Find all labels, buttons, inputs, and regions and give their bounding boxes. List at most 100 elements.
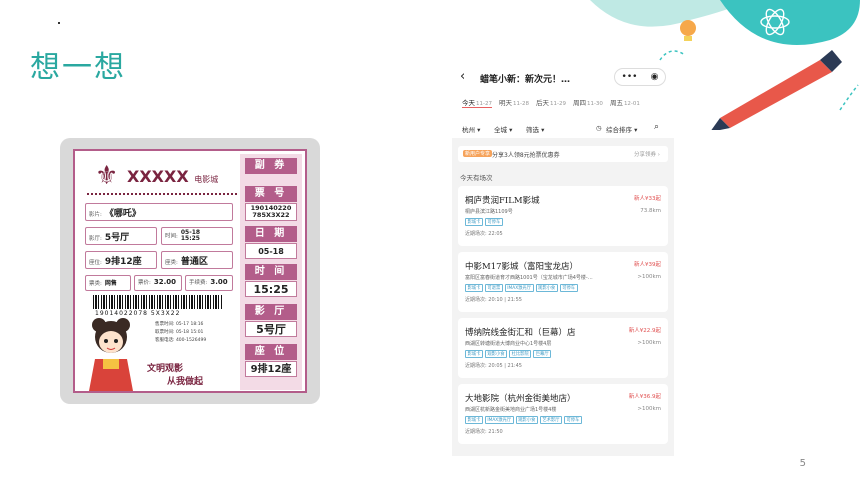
tab-day-4[interactable]: 周五12-01 bbox=[610, 97, 640, 108]
sort-filter[interactable]: 综合排序 ▾ bbox=[606, 124, 637, 134]
cinema-name: 大地影院（杭州金街美地店） bbox=[465, 394, 576, 404]
cinema-distance: >100km bbox=[637, 274, 661, 280]
ticket-slogan: 文明观影 从我做起 bbox=[147, 364, 204, 387]
back-arrow-icon[interactable]: ‹ bbox=[460, 69, 465, 84]
pencil-icon bbox=[711, 50, 842, 130]
search-icon[interactable]: ⌕ bbox=[654, 122, 659, 132]
tab-day-0[interactable]: 今天11-27 bbox=[462, 97, 492, 108]
cinema-tag: 巨幕厅 bbox=[533, 350, 552, 358]
cinema-tags: 影城卡 观影小食 杜比影院 巨幕厅 bbox=[465, 350, 552, 358]
cinema-tag: 可停车 bbox=[559, 284, 578, 292]
cinema-tag: 可退票 bbox=[484, 284, 503, 292]
ticket-type-field: 票类: 网售 bbox=[85, 275, 131, 291]
area-field: 座类: 普通区 bbox=[161, 251, 233, 269]
miniprogram-capsule[interactable]: ••• ◉ bbox=[614, 68, 666, 86]
cinema-tag: 影城卡 bbox=[465, 416, 483, 424]
cinema-tags: 影城卡 可退票 IMAX激光厅 观影小食 可停车 bbox=[465, 284, 578, 292]
ticket-number-value: 190140220 785X3X22 bbox=[245, 203, 297, 221]
cinema-tag: 观影小食 bbox=[515, 416, 538, 424]
nezha-cartoon-icon bbox=[89, 318, 133, 391]
time-field: 时间:05-18 15:25 bbox=[161, 227, 233, 245]
time-label: 时 间 bbox=[245, 264, 297, 280]
cinema-card[interactable]: 博纳院线金街汇和（巨幕）店 新人¥22.9起 西湖区转塘街道大博商业中心1号楼4… bbox=[458, 318, 668, 378]
movie-ticket: ⚜ XXXXX 电影城 影片: 《哪吒》 影厅: 5号厅 时间:05-18 15:2… bbox=[73, 149, 307, 393]
cinema-address: 富阳区富春街道育才西路1001号（宝龙城市广场4号楼-… bbox=[465, 275, 593, 281]
seat-field: 座位: 9排12座 bbox=[85, 251, 157, 269]
page-number: 5 bbox=[799, 458, 806, 469]
fleur-de-lis-icon: ⚜ bbox=[95, 161, 119, 191]
cinema-address: 西湖区转塘街道大博商业中心1号楼4层 bbox=[465, 341, 552, 347]
stub-label: 副 券 bbox=[245, 158, 297, 174]
section-heading: 今天有场次 bbox=[460, 174, 493, 182]
ticket-barcode bbox=[93, 295, 223, 309]
promo-banner[interactable]: 新用户专享 分享3人领8元抢票优惠券 分享领券 › bbox=[458, 146, 668, 162]
cinema-name: 中影M17影城（富阳宝龙店） bbox=[465, 262, 579, 272]
close-target-icon[interactable]: ◉ bbox=[651, 72, 659, 82]
slide-title: 想一想 bbox=[30, 50, 126, 85]
cinema-card[interactable]: 大地影院（杭州金街美地店） 新人¥36.9起 西湖区杭新路金街美地商业广场1号楼… bbox=[458, 384, 668, 444]
cinema-card[interactable]: 中影M17影城（富阳宝龙店） 新人¥39起 富阳区富春街道育才西路1001号（宝… bbox=[458, 252, 668, 312]
cinema-name: 桐庐贵润FILM影城 bbox=[465, 196, 540, 206]
hall-field: 影厅: 5号厅 bbox=[85, 227, 157, 245]
film-field: 影片: 《哪吒》 bbox=[85, 203, 233, 221]
cinema-price: 新人¥36.9起 bbox=[628, 394, 661, 400]
date-label: 日 期 bbox=[245, 226, 297, 242]
cinema-tag: 观影小食 bbox=[484, 350, 508, 358]
screen-filter[interactable]: 筛选 ▾ bbox=[526, 124, 544, 134]
cinema-tags: 影城卡 IMAX激光厅 观影小食 艺术影厅 可停车 bbox=[465, 416, 582, 424]
tab-day-3[interactable]: 周四11-30 bbox=[573, 97, 603, 108]
cinema-tag: 可停车 bbox=[564, 416, 582, 424]
cinema-tags: 影城卡 可停车 bbox=[465, 218, 503, 226]
hall-label: 影 厅 bbox=[245, 304, 297, 320]
cinema-showtimes: 近期场次: 20:10 | 21:55 bbox=[465, 297, 522, 303]
ticket-cinema-name: XXXXX 电影城 bbox=[127, 167, 219, 186]
seat-value: 9排12座 bbox=[245, 361, 297, 377]
cinema-name: 博纳院线金街汇和（巨幕）店 bbox=[465, 328, 576, 338]
cinema-tag: 影城卡 bbox=[465, 284, 483, 292]
city-filter[interactable]: 杭州 ▾ bbox=[462, 124, 480, 134]
app-header: ‹ 蜡笔小新：新次元！… ••• ◉ 今天11-27 明天11-28 后天11-… bbox=[452, 64, 674, 120]
cinema-showtimes: 近期场次: 22:05 bbox=[465, 231, 503, 237]
cinema-price: 新人¥22.9起 bbox=[628, 328, 661, 334]
area-filter[interactable]: 全城 ▾ bbox=[494, 124, 512, 134]
cinema-card[interactable]: 桐庐贵润FILM影城 新人¥33起 桐庐县滨江路1109号 73.8km 影城卡… bbox=[458, 186, 668, 246]
dotted-divider bbox=[87, 193, 237, 195]
cinema-showtimes: 近期场次: 21:50 bbox=[465, 429, 503, 435]
app-page-title: 蜡笔小新：新次元！… bbox=[480, 75, 571, 85]
cinema-price: 新人¥33起 bbox=[634, 196, 661, 202]
lightbulb-icon bbox=[680, 20, 696, 41]
seat-label: 座 位 bbox=[245, 344, 297, 360]
cinema-address: 西湖区杭新路金街美地商业广场1号楼4楼 bbox=[465, 407, 557, 413]
fee-field: 手续费: 3.00 bbox=[185, 275, 233, 291]
cinema-tag: IMAX激光厅 bbox=[504, 284, 534, 292]
time-value: 15:25 bbox=[245, 281, 297, 297]
promo-text: 分享3人领8元抢票优惠券 bbox=[492, 152, 560, 159]
ticket-info-lines: 售票时间: 05-17 18:16 取票时间: 05-18 15:01 客服电话… bbox=[155, 322, 207, 343]
promo-more-link[interactable]: 分享领券 › bbox=[634, 150, 660, 158]
cinema-tag: 可停车 bbox=[484, 218, 503, 226]
cinema-tag: 影城卡 bbox=[465, 218, 483, 226]
price-field: 票价: 32.00 bbox=[134, 275, 182, 291]
cinema-app-screenshot: ‹ 蜡笔小新：新次元！… ••• ◉ 今天11-27 明天11-28 后天11-… bbox=[452, 64, 674, 456]
cinema-address: 桐庐县滨江路1109号 bbox=[465, 209, 513, 215]
date-tabs: 今天11-27 明天11-28 后天11-29 周四11-30 周五12-01 bbox=[462, 97, 640, 108]
cinema-tag: 艺术影厅 bbox=[539, 416, 563, 424]
cinema-tag: 杜比影院 bbox=[509, 350, 532, 358]
tab-day-2[interactable]: 后天11-29 bbox=[536, 97, 566, 108]
promo-badge: 新用户专享 bbox=[463, 150, 493, 157]
cinema-distance: 73.8km bbox=[640, 208, 661, 214]
cinema-distance: >100km bbox=[637, 340, 661, 346]
cinema-tag: IMAX激光厅 bbox=[484, 416, 514, 424]
filter-bar: 杭州 ▾ 全城 ▾ 筛选 ▾ ◷ 综合排序 ▾ ⌕ bbox=[452, 120, 674, 138]
tab-day-1[interactable]: 明天11-28 bbox=[499, 97, 529, 108]
more-icon[interactable]: ••• bbox=[622, 72, 638, 82]
ticket-image-frame: ⚜ XXXXX 电影城 影片: 《哪吒》 影厅: 5号厅 时间:05-18 15:2… bbox=[60, 138, 320, 404]
cinema-tag: 观影小食 bbox=[535, 284, 558, 292]
ticket-number-label: 票 号 bbox=[245, 186, 297, 202]
cinema-showtimes: 近期场次: 20:05 | 21:45 bbox=[465, 363, 522, 369]
decorative-dot bbox=[58, 22, 60, 24]
cinema-price: 新人¥39起 bbox=[634, 262, 661, 268]
date-value: 05-18 bbox=[245, 243, 297, 259]
cinema-tag: 影城卡 bbox=[465, 350, 483, 358]
ticket-side-stub: 副 券 票 号 190140220 785X3X22 日 期 05-18 时 间… bbox=[240, 154, 302, 390]
